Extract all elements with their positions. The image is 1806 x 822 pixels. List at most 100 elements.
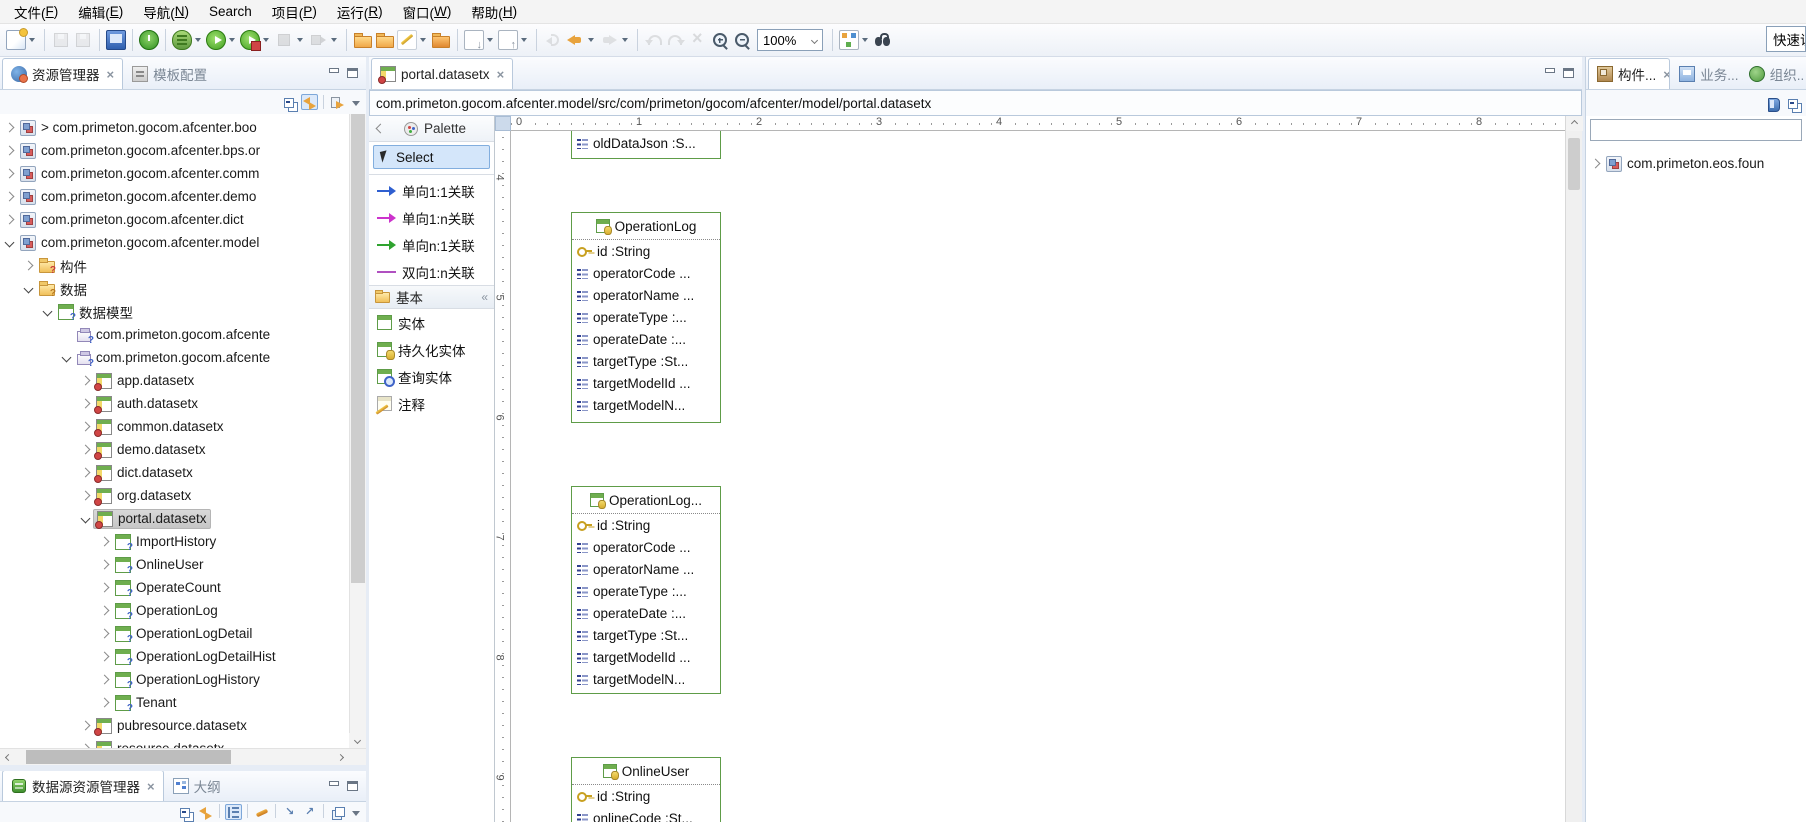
entity-attribute-row[interactable]: operatorName ... xyxy=(572,558,720,580)
entity-attribute-row[interactable]: id :String xyxy=(572,240,720,262)
tree-row[interactable]: 数据 xyxy=(0,277,349,300)
tree-item[interactable]: OnlineUser xyxy=(112,556,207,574)
undo-icon[interactable] xyxy=(644,30,664,50)
tree-expander[interactable] xyxy=(81,445,91,455)
palette-header[interactable]: Palette xyxy=(369,116,494,142)
entity-attribute-row[interactable]: id :String xyxy=(572,514,720,536)
tool-select[interactable]: Select xyxy=(373,145,490,169)
tab-business[interactable]: 业务... xyxy=(1670,58,1740,89)
tree-item[interactable]: com.primeton.gocom.afcenter.bps.or xyxy=(17,142,263,160)
tree-expander[interactable] xyxy=(81,376,91,386)
components-search-input[interactable] xyxy=(1590,119,1802,141)
entity-olddata[interactable]: oldDataJson :S...Data xyxy=(571,131,721,159)
tree-item[interactable]: common.datasetx xyxy=(93,418,227,436)
tree-expander[interactable] xyxy=(100,560,110,570)
menu-item[interactable]: 导航(N) xyxy=(133,0,199,23)
tab-components[interactable]: 构件...× xyxy=(1588,58,1670,89)
menu-item[interactable]: 窗口(W) xyxy=(393,0,462,23)
entity-attribute-row[interactable]: targetType :St... xyxy=(572,350,720,372)
scroll-right-button[interactable] xyxy=(332,750,349,765)
delete-icon[interactable] xyxy=(688,30,708,50)
view-menu-icon[interactable] xyxy=(349,94,362,110)
collapse-all-icon[interactable] xyxy=(177,804,194,820)
run-security-icon[interactable] xyxy=(240,30,260,50)
tree-row[interactable]: OperationLogDetail xyxy=(0,622,349,645)
tree-row[interactable]: com.primeton.gocom.afcenter.bps.or xyxy=(0,139,349,162)
next-annotation-icon[interactable] xyxy=(464,30,484,50)
entity-operationlog[interactable]: OperationLogid :StringoperatorCode ...op… xyxy=(571,212,721,423)
entity-attribute-row[interactable]: onlineCode :St... xyxy=(572,807,720,822)
tree-item[interactable]: Tenant xyxy=(112,694,180,712)
entity-attribute-row[interactable]: targetModelN... xyxy=(572,394,720,416)
minimize-button[interactable] xyxy=(328,68,339,78)
tree-row[interactable]: > com.primeton.gocom.afcenter.boo xyxy=(0,116,349,139)
tool-rel-n-1[interactable]: 单向n:1关联 xyxy=(369,231,494,258)
tool-persistent-entity[interactable]: 持久化实体 xyxy=(369,336,494,363)
menu-item[interactable]: 编辑(E) xyxy=(68,0,133,23)
tree-expander[interactable] xyxy=(5,192,15,202)
breadcrumb[interactable]: com.primeton.gocom.afcenter.model/src/co… xyxy=(376,96,931,111)
entity-attribute-row[interactable]: operatorCode ... xyxy=(572,262,720,284)
collapse-all-icon[interactable] xyxy=(1785,95,1802,111)
tree-row[interactable]: com.primeton.gocom.afcente xyxy=(0,346,349,369)
explorer-horizontal-scrollbar[interactable] xyxy=(0,748,366,765)
entity-header[interactable]: OnlineUser xyxy=(572,758,720,785)
explorer-vertical-scrollbar[interactable] xyxy=(349,114,366,748)
tree-expander[interactable] xyxy=(24,261,34,271)
stop-dropdown-arrow[interactable] xyxy=(297,38,303,42)
zoom-in-icon[interactable] xyxy=(710,30,730,50)
menu-item[interactable]: 文件(F) xyxy=(4,0,68,23)
annotate-dropdown-arrow[interactable] xyxy=(420,38,426,42)
scroll-thumb[interactable] xyxy=(26,750,231,764)
tree-row[interactable]: portal.datasetx xyxy=(0,507,349,530)
tab-outline[interactable]: 大纲 xyxy=(164,771,230,801)
close-icon[interactable]: × xyxy=(107,68,115,81)
tree-item[interactable]: OperationLogDetail xyxy=(112,625,255,643)
tree-item[interactable]: OperateCount xyxy=(112,579,224,597)
entity-attribute-row[interactable]: operateDate :... xyxy=(572,602,720,624)
next-annotation-dropdown-arrow[interactable] xyxy=(487,38,493,42)
new-wizard-dropdown-arrow[interactable] xyxy=(29,38,35,42)
route-mode-icon[interactable] xyxy=(301,804,318,820)
tool-rel-1-1[interactable]: 单向1:1关联 xyxy=(369,177,494,204)
tree-expander[interactable] xyxy=(5,238,15,248)
tree-row[interactable]: com.primeton.eos.foun xyxy=(1586,152,1806,175)
tree-item[interactable]: com.primeton.gocom.afcenter.demo xyxy=(17,188,259,206)
palette-collapse-icon[interactable] xyxy=(376,124,386,134)
tree-expander[interactable] xyxy=(62,353,72,363)
tree-expander[interactable] xyxy=(81,468,91,478)
tree-expander[interactable] xyxy=(100,537,110,547)
tree-row[interactable]: common.datasetx xyxy=(0,415,349,438)
tree-row[interactable]: OnlineUser xyxy=(0,553,349,576)
menu-item[interactable]: Search xyxy=(199,0,262,23)
palette-group-basic[interactable]: 基本« xyxy=(369,285,494,309)
tree-item[interactable]: com.primeton.gocom.afcenter.comm xyxy=(17,165,262,183)
entity-attribute-row[interactable]: operatorCode ... xyxy=(572,536,720,558)
save-all-icon[interactable] xyxy=(73,30,93,50)
tree-expander[interactable] xyxy=(5,215,15,225)
tree-expander[interactable] xyxy=(100,583,110,593)
tree-expander[interactable] xyxy=(24,284,34,294)
tree-item[interactable]: com.primeton.gocom.afcente xyxy=(74,326,273,343)
tree-row[interactable]: com.primeton.gocom.afcenter.comm xyxy=(0,162,349,185)
refresh-datasource-icon[interactable] xyxy=(253,804,270,820)
relaunch-dropdown-arrow[interactable] xyxy=(331,38,337,42)
annotate-icon[interactable] xyxy=(397,30,417,50)
prev-annotation-icon[interactable] xyxy=(498,30,518,50)
tree-expander[interactable] xyxy=(81,721,91,731)
scroll-down-button[interactable] xyxy=(349,733,366,748)
tree-row[interactable]: Tenant xyxy=(0,691,349,714)
entity-attribute-row[interactable]: targetModelId ... xyxy=(572,646,720,668)
tree-row[interactable]: com.primeton.gocom.afcenter.demo xyxy=(0,185,349,208)
relaunch-icon[interactable] xyxy=(308,30,328,50)
tree-expander[interactable] xyxy=(81,399,91,409)
zoom-combo[interactable]: 100% xyxy=(757,29,823,51)
maximize-button[interactable] xyxy=(1563,68,1574,78)
entity-attribute-row[interactable]: targetType :St... xyxy=(572,624,720,646)
tree-expander[interactable] xyxy=(5,123,15,133)
collapse-all-icon[interactable] xyxy=(281,94,298,110)
tree-item[interactable]: demo.datasetx xyxy=(93,441,209,459)
tree-expander[interactable] xyxy=(100,698,110,708)
forward-icon[interactable] xyxy=(599,30,619,50)
tree-row[interactable]: org.datasetx xyxy=(0,484,349,507)
